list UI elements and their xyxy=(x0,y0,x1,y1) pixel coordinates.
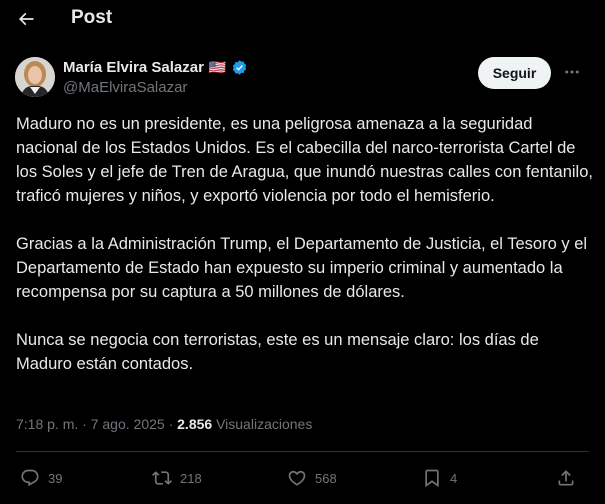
views-count: 2.856 xyxy=(177,416,213,432)
author-name[interactable]: María Elvira Salazar xyxy=(63,59,204,76)
back-button[interactable] xyxy=(13,6,39,32)
share-button[interactable] xyxy=(556,458,576,498)
reply-count: 39 xyxy=(48,470,63,486)
verified-badge-icon[interactable] xyxy=(231,59,248,76)
top-bar: Post xyxy=(0,0,605,38)
like-button[interactable]: 568 xyxy=(287,458,337,498)
reply-button[interactable]: 39 xyxy=(20,458,62,498)
repost-button[interactable]: 218 xyxy=(152,458,202,498)
post-paragraph: Gracias a la Administración Trump, el De… xyxy=(16,235,588,301)
repost-icon xyxy=(152,471,172,485)
follow-button[interactable]: Seguir xyxy=(478,57,551,89)
bookmark-button[interactable]: 4 xyxy=(422,458,457,498)
post-paragraph: Nunca se negocia con terroristas, este e… xyxy=(16,331,539,373)
bookmark-icon xyxy=(425,469,439,488)
bookmark-count: 4 xyxy=(450,470,458,486)
post-meta: 7:18 p. m. · 7 ago. 2025 · 2.856 Visuali… xyxy=(16,416,312,432)
page-title: Post xyxy=(71,7,113,28)
share-icon xyxy=(558,470,574,486)
more-options-button[interactable] xyxy=(562,62,582,82)
like-icon xyxy=(288,470,306,486)
post-time[interactable]: 7:18 p. m. xyxy=(16,416,78,432)
post-text: Maduro no es un presidente, es una pelig… xyxy=(16,112,596,400)
post-paragraph: Maduro no es un presidente, es una pelig… xyxy=(16,115,593,205)
avatar-image xyxy=(15,57,55,97)
views-label: Visualizaciones xyxy=(216,416,313,432)
meta-separator: · xyxy=(82,416,87,432)
author-handle[interactable]: @MaElviraSalazar xyxy=(63,79,187,96)
repost-count: 218 xyxy=(180,470,202,486)
back-arrow-icon xyxy=(18,12,34,26)
meta-separator: · xyxy=(168,416,174,432)
divider xyxy=(16,451,589,452)
action-bar: 39 218 568 4 xyxy=(0,458,605,498)
avatar[interactable] xyxy=(15,57,55,97)
reply-icon xyxy=(21,469,39,487)
more-icon xyxy=(565,70,579,74)
post-date[interactable]: 7 ago. 2025 xyxy=(91,416,165,432)
like-count: 568 xyxy=(315,470,337,486)
flag-icon: 🇺🇸 xyxy=(208,59,227,75)
author-name-row: María Elvira Salazar 🇺🇸 xyxy=(63,59,248,76)
